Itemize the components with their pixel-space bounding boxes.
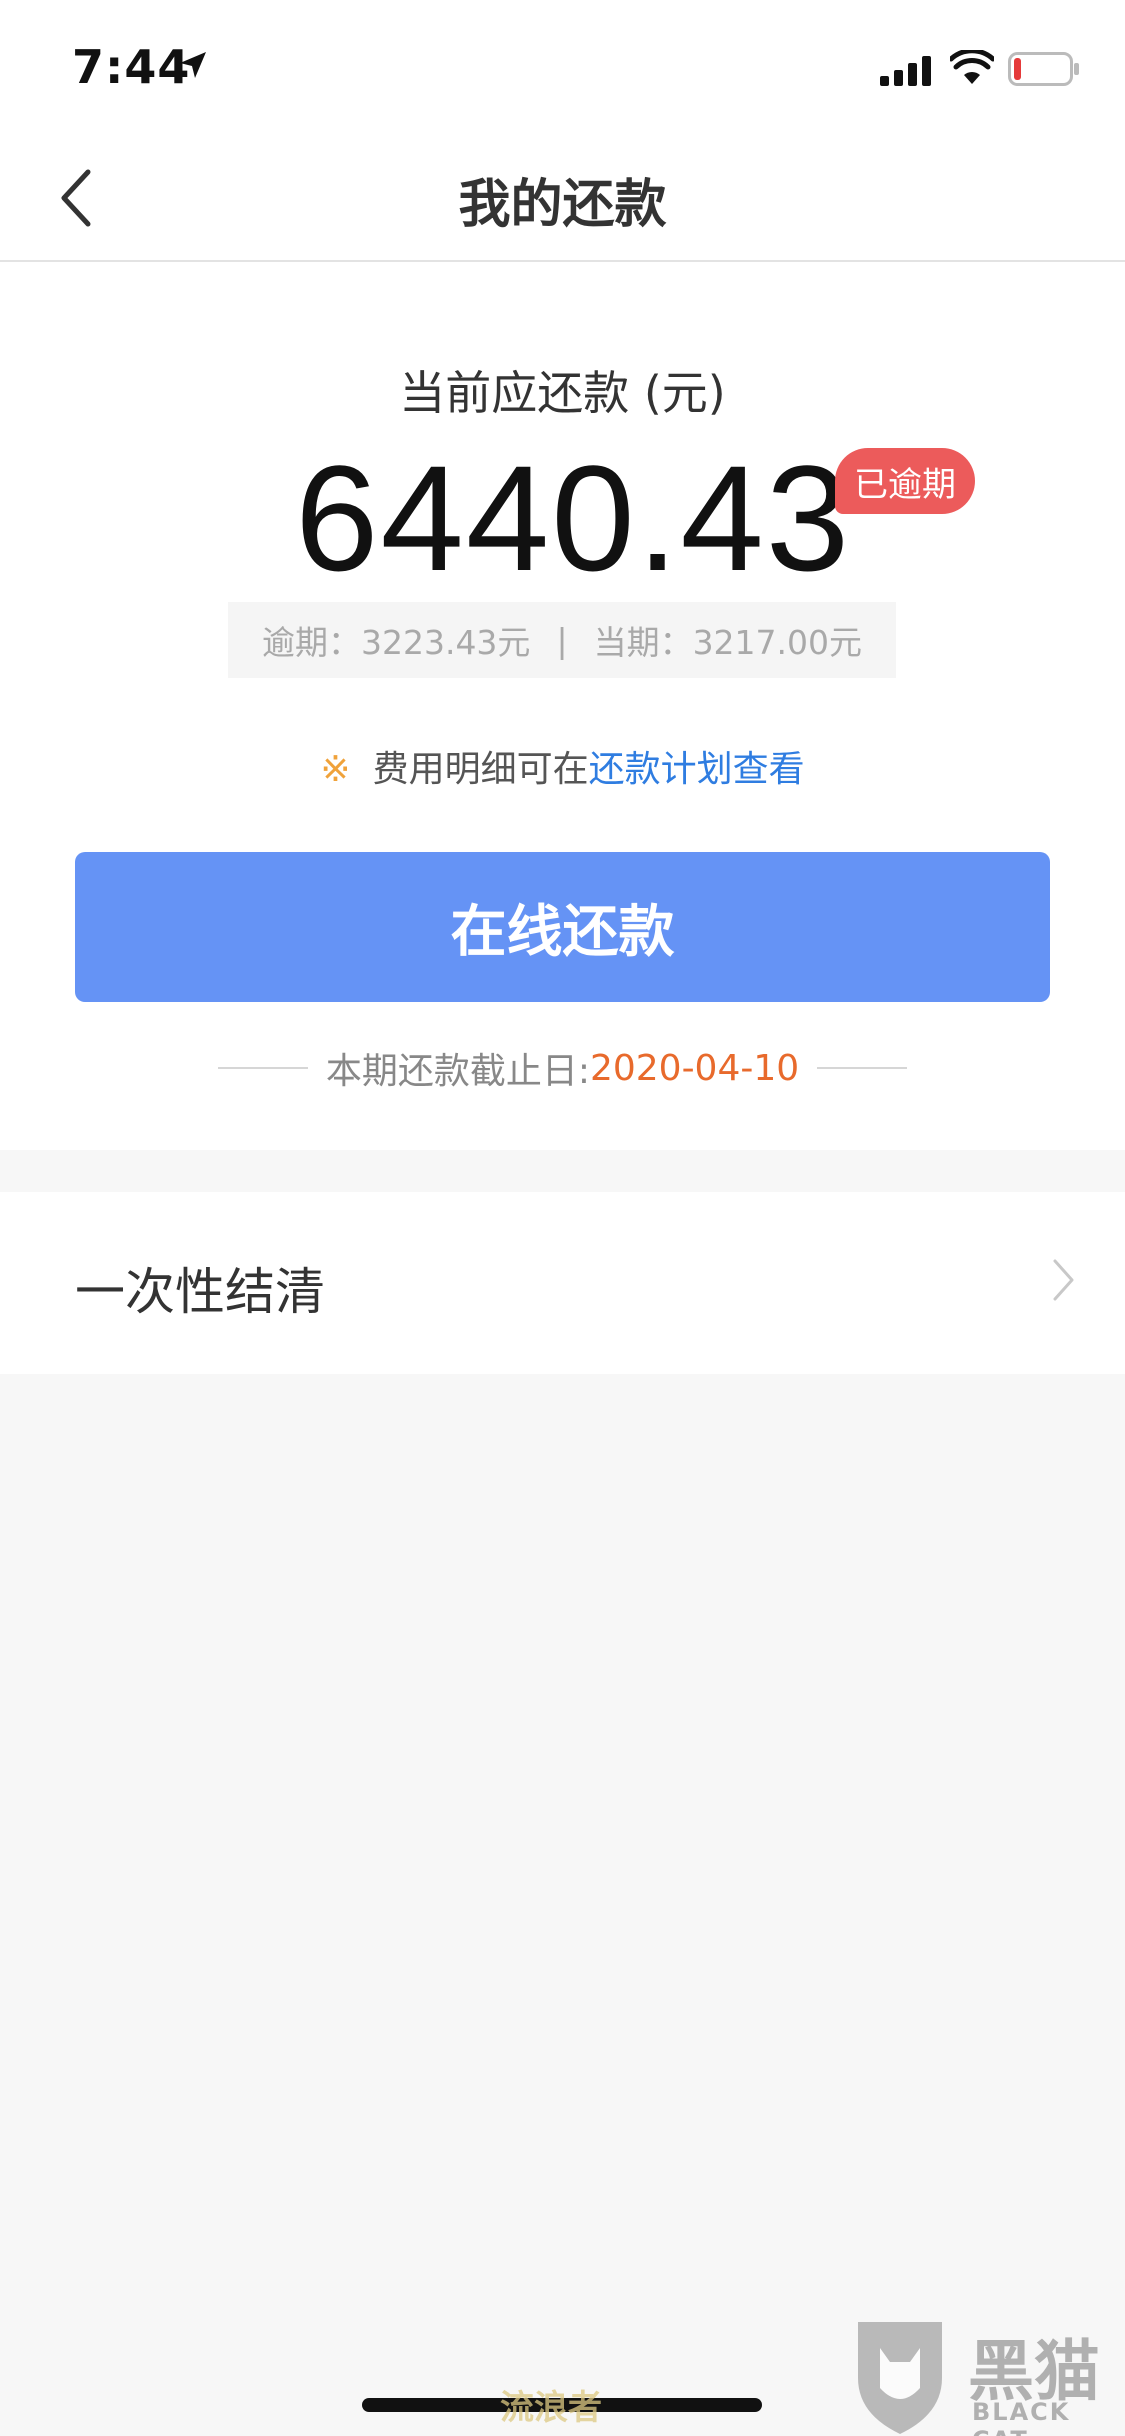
amount-due-value: 6440.43 bbox=[295, 434, 852, 602]
breakdown-separator: | bbox=[556, 620, 568, 660]
nav-bar: 我的还款 bbox=[0, 132, 1125, 262]
watermark-text: 流浪者 bbox=[500, 2388, 602, 2428]
page-title: 我的还款 bbox=[458, 175, 667, 235]
reference-mark-icon: ※ bbox=[320, 749, 351, 790]
online-repay-button[interactable]: 在线还款 bbox=[75, 852, 1050, 1002]
battery-low-icon bbox=[1008, 52, 1079, 86]
due-date-label: 本期还款截止日: bbox=[325, 1051, 590, 1092]
amount-due-label: 当前应还款 (元) bbox=[399, 366, 726, 420]
divider-left bbox=[217, 1067, 308, 1069]
due-date-value: 2020-04-10 bbox=[589, 1047, 800, 1089]
due-date-row: 本期还款截止日: 2020-04-10 bbox=[0, 1042, 1125, 1094]
settle-in-full-row[interactable]: 一次性结清 bbox=[0, 1192, 1125, 1374]
black-cat-logo: 黑猫 BLACK CAT bbox=[850, 2318, 1125, 2436]
repayment-summary-card: 当前应还款 (元) 6440.43 已逾期 逾期： 3223.43元 | 当期：… bbox=[0, 262, 1125, 1150]
overdue-label: 逾期： bbox=[261, 623, 361, 662]
cellular-signal-icon bbox=[880, 56, 931, 86]
repayment-plan-link[interactable]: 还款计划查看 bbox=[589, 749, 805, 790]
overdue-amount: 3223.43元 bbox=[360, 623, 531, 662]
wifi-icon bbox=[950, 50, 994, 84]
current-period-label: 当期： bbox=[593, 623, 693, 662]
status-bar: 7:44 bbox=[0, 0, 1125, 132]
overdue-status-badge: 已逾期 bbox=[835, 448, 975, 514]
amount-breakdown: 逾期： 3223.43元 | 当期： 3217.00元 bbox=[228, 602, 896, 678]
chevron-right-icon bbox=[1053, 1259, 1074, 1301]
current-period-amount: 3217.00元 bbox=[692, 623, 863, 662]
fee-detail-note: ※ 费用明细可在还款计划查看 bbox=[0, 740, 1125, 792]
cat-shield-icon bbox=[858, 2322, 942, 2434]
logo-english-text: BLACK CAT bbox=[972, 2398, 1071, 2436]
note-text: 费用明细可在 bbox=[372, 749, 589, 790]
status-time: 7:44 bbox=[72, 40, 191, 94]
divider-right bbox=[817, 1067, 908, 1069]
location-arrow-icon bbox=[180, 52, 206, 78]
settle-in-full-label: 一次性结清 bbox=[75, 1263, 325, 1321]
